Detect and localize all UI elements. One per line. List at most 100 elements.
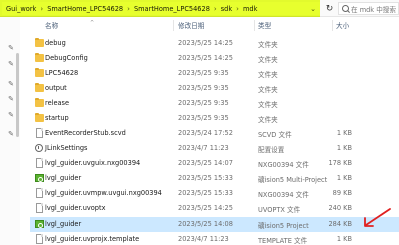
file-date: 2023/5/25 15:33 [178, 174, 233, 182]
address-bar: Gui_work › SmartHome_LPC54628 › SmartHom… [0, 0, 399, 17]
breadcrumb-item-smarthome[interactable]: SmartHome_LPC54628 [46, 5, 124, 13]
file-type: 文件夹 [258, 56, 278, 64]
file-type: 文件夹 [258, 86, 278, 94]
breadcrumb-item-sdk[interactable]: sdk [220, 5, 233, 13]
scrollbar[interactable] [16, 53, 19, 137]
file-type: 礦ision5 Project [258, 222, 309, 230]
pin-icon[interactable]: ✎ [7, 130, 15, 138]
file-row[interactable]: lvgl_guider 2023/5/25 15:33 礦ision5 Mult… [30, 171, 399, 186]
file-name: lvgl_guider.uvmpw.uvgui.nxg00394 [45, 189, 162, 197]
file-name: startup [45, 114, 69, 122]
chevron-right-icon[interactable]: › [233, 5, 242, 13]
settings-file-icon [35, 144, 43, 152]
file-row[interactable]: DebugConfig 2023/5/25 14:25 文件夹 [30, 51, 399, 66]
folder-icon [35, 112, 44, 122]
file-date: 2023/5/25 9:35 [178, 69, 229, 77]
file-name: lvgl_guider.uvguix.nxg00394 [45, 159, 141, 167]
file-date: 2023/5/24 17:52 [178, 129, 233, 137]
file-type: 文件夹 [258, 71, 278, 79]
pin-icon[interactable]: ✎ [7, 80, 15, 88]
file-date: 2023/5/25 14:25 [178, 204, 233, 212]
file-type: 文件夹 [258, 101, 278, 109]
file-row[interactable]: release 2023/5/25 9:35 文件夹 [30, 96, 399, 111]
file-row[interactable]: EventRecorderStub.scvd 2023/5/24 17:52 S… [30, 126, 399, 141]
column-header-type[interactable]: 类型 [258, 20, 271, 30]
file-row[interactable]: lvgl_guider.uvmpw.uvgui.nxg00394 2023/5/… [30, 186, 399, 201]
file-size: 284 KB [328, 220, 352, 228]
pin-icon[interactable]: ✎ [7, 95, 15, 103]
column-divider[interactable] [254, 20, 255, 31]
file-type: 礦ision5 Multi-Project [258, 176, 328, 184]
file-name: lvgl_guider.uvoptx [45, 204, 106, 212]
navigation-pane: ✎ ✎ ✎ ✎ ✎ ✎ [0, 17, 20, 245]
document-icon [36, 203, 43, 213]
pin-icon[interactable]: ✎ [7, 111, 15, 119]
folder-icon [35, 52, 44, 62]
chevron-right-icon[interactable]: › [211, 5, 220, 13]
file-name: lvgl_guider [45, 220, 82, 228]
file-name: JLinkSettings [45, 144, 88, 152]
file-name: release [45, 99, 70, 107]
file-type: SCVD 文件 [258, 131, 292, 139]
file-date: 2023/4/7 11:23 [178, 235, 229, 243]
file-row[interactable]: debug 2023/5/25 14:25 文件夹 [30, 36, 399, 51]
file-size: 1 KB [336, 235, 352, 243]
file-size: 178 KB [328, 159, 352, 167]
file-date: 2023/5/25 14:08 [178, 220, 233, 228]
file-date: 2023/5/25 9:35 [178, 99, 229, 107]
file-name: debug [45, 39, 66, 47]
chevron-right-icon[interactable]: › [124, 5, 133, 13]
file-type: 文件夹 [258, 116, 278, 124]
folder-icon [35, 82, 44, 92]
document-icon [36, 188, 43, 198]
file-date: 2023/5/25 14:25 [178, 39, 233, 47]
document-icon [36, 234, 43, 244]
file-type: 配置设置 [258, 146, 285, 154]
file-date: 2023/4/7 11:23 [178, 144, 229, 152]
file-name: EventRecorderStub.scvd [45, 129, 126, 137]
sort-ascending-icon: ^ [90, 20, 95, 26]
breadcrumb-item-mdk[interactable]: mdk [242, 5, 258, 13]
file-row[interactable]: lvgl_guider.uvoptx 2023/5/25 14:25 UVOPT… [30, 201, 399, 216]
file-row[interactable]: JLinkSettings 2023/4/7 11:23 配置设置 1 KB [30, 141, 399, 156]
file-name: LPC54628 [45, 69, 79, 77]
document-icon [36, 158, 43, 168]
column-divider[interactable] [173, 20, 174, 31]
file-size: 89 KB [332, 189, 352, 197]
file-type: 文件夹 [258, 41, 278, 49]
pin-icon[interactable]: ✎ [7, 60, 15, 68]
file-name: lvgl_guider [45, 174, 82, 182]
file-date: 2023/5/25 15:33 [178, 189, 233, 197]
pin-icon[interactable]: ✎ [7, 44, 15, 52]
chevron-down-icon[interactable]: ⌄ [310, 5, 316, 13]
breadcrumb-item-gui-work[interactable]: Gui_work [5, 5, 37, 13]
file-date: 2023/5/25 14:07 [178, 159, 233, 167]
file-row[interactable]: LPC54628 2023/5/25 9:35 文件夹 [30, 66, 399, 81]
column-header-date[interactable]: 修改日期 [178, 20, 204, 30]
breadcrumb[interactable]: Gui_work › SmartHome_LPC54628 › SmartHom… [2, 2, 320, 15]
file-size: 240 KB [328, 204, 352, 212]
file-name: DebugConfig [45, 54, 88, 62]
file-size: 1 KB [336, 144, 352, 152]
search-input[interactable]: 在 mdk 中搜索 [338, 2, 399, 15]
column-header-size[interactable]: 大小 [336, 20, 349, 30]
file-row-selected[interactable]: lvgl_guider 2023/5/25 14:08 礦ision5 Proj… [30, 217, 399, 232]
folder-icon [35, 97, 44, 107]
file-date: 2023/5/25 9:35 [178, 114, 229, 122]
refresh-icon[interactable]: ↻ [324, 3, 335, 14]
keil-project-icon [35, 220, 44, 228]
column-header-name[interactable]: 名称 [45, 20, 58, 30]
search-icon [342, 5, 349, 12]
chevron-right-icon[interactable]: › [37, 5, 46, 13]
keil-project-icon [35, 174, 44, 182]
file-date: 2023/5/25 14:25 [178, 54, 233, 62]
file-name: lvgl_guider.uvprojx.template [45, 235, 140, 243]
file-row[interactable]: lvgl_guider.uvguix.nxg00394 2023/5/25 14… [30, 156, 399, 171]
file-row[interactable]: lvgl_guider.uvprojx.template 2023/4/7 11… [30, 232, 399, 245]
column-divider[interactable] [332, 20, 333, 31]
file-size: 1 KB [336, 129, 352, 137]
file-row[interactable]: startup 2023/5/25 9:35 文件夹 [30, 111, 399, 126]
breadcrumb-item-smarthome-sub[interactable]: SmartHome_LPC54628 [133, 5, 211, 13]
file-type: TEMPLATE 文件 [258, 237, 308, 245]
file-row[interactable]: output 2023/5/25 9:35 文件夹 [30, 81, 399, 96]
